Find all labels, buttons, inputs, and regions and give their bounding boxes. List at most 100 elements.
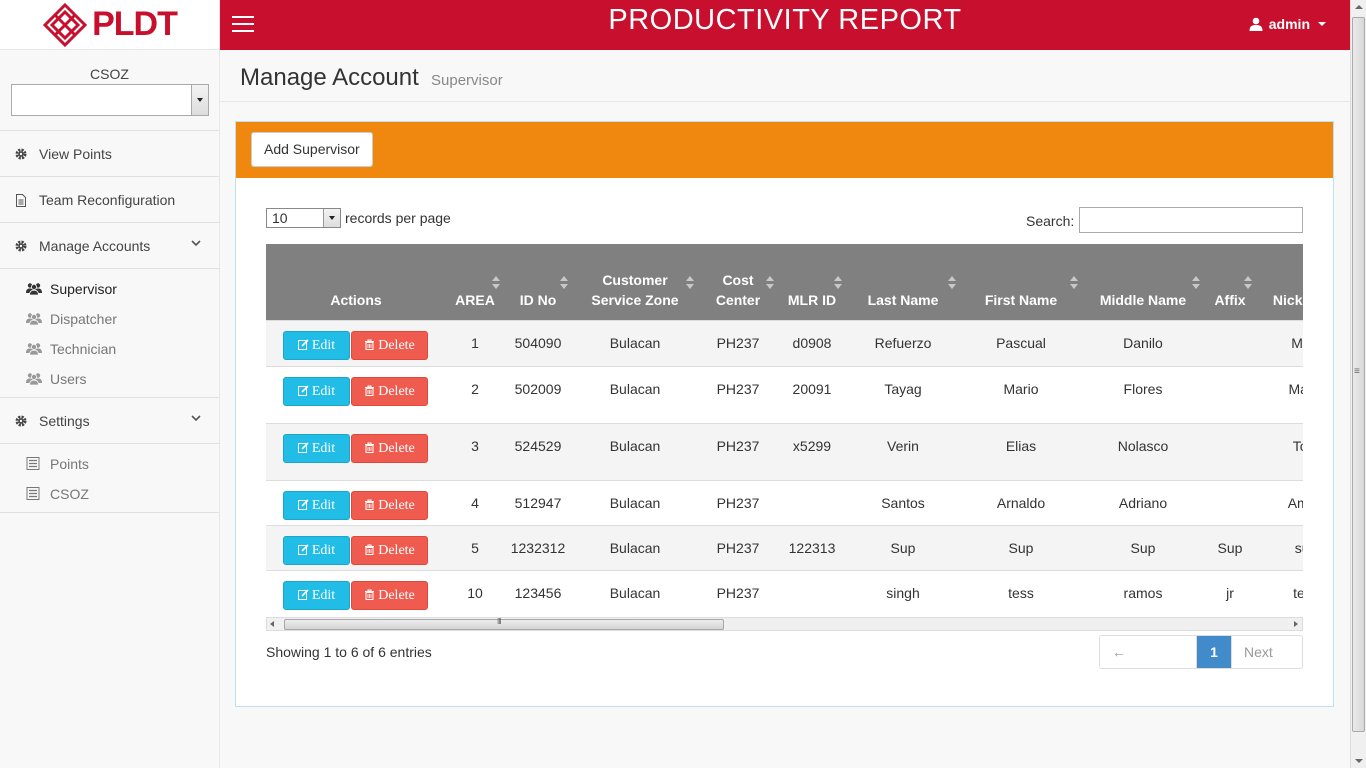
- actions-cell: Edit Delete: [266, 525, 446, 570]
- sidebar-item-manage-accounts[interactable]: Manage Accounts: [0, 223, 219, 269]
- column-header-area[interactable]: AREA: [446, 244, 504, 320]
- horizontal-scrollbar[interactable]: [266, 617, 1303, 631]
- column-header-id-no[interactable]: ID No: [504, 244, 572, 320]
- column-header-mlr-id[interactable]: MLR ID: [778, 244, 846, 320]
- page-length-label: records per page: [345, 210, 451, 226]
- actions-cell: Edit Delete: [266, 570, 446, 615]
- edit-button[interactable]: Edit: [283, 580, 350, 610]
- cell-affix: jr: [1226, 584, 1234, 601]
- dropdown-arrow-icon[interactable]: [323, 209, 340, 227]
- page-length-value: 10: [272, 210, 288, 226]
- user-name: admin: [1268, 16, 1310, 32]
- sidebar-item-points[interactable]: Points: [0, 449, 219, 479]
- sidebar-item-team-reconfiguration[interactable]: Team Reconfiguration: [0, 177, 219, 223]
- logo-text: PLDT: [92, 5, 178, 43]
- caret-down-icon: [1318, 22, 1326, 26]
- delete-button[interactable]: Delete: [351, 330, 428, 360]
- sidebar-item-csoz[interactable]: CSOZ: [0, 479, 219, 509]
- cell-nick: sup: [1294, 539, 1303, 556]
- cell-nick: Mike: [1291, 334, 1303, 351]
- sidebar-item-settings[interactable]: Settings: [0, 398, 219, 444]
- cell-affix: [1204, 366, 1256, 423]
- column-header-nickname[interactable]: Nickname: [1256, 244, 1303, 320]
- edit-button[interactable]: Edit: [283, 490, 350, 520]
- edit-icon: [297, 588, 309, 600]
- sidebar-item-users[interactable]: Users: [0, 364, 219, 394]
- cell-id-no: 1232312: [510, 539, 566, 556]
- cell-last: Tayag: [884, 380, 922, 397]
- add-supervisor-button[interactable]: Add Supervisor: [251, 132, 373, 167]
- edit-icon: [297, 441, 309, 453]
- scroll-down-icon[interactable]: [1355, 759, 1363, 763]
- pagination: ← Previous 1 Next →: [1099, 635, 1303, 669]
- table-row: Edit Delete 5 1232312 Bulacan PH237 122313 Sup S…: [266, 525, 1303, 570]
- user-menu[interactable]: admin: [1249, 16, 1326, 32]
- sidebar-item-view-points[interactable]: View Points: [0, 131, 219, 177]
- trash-icon: [365, 544, 375, 555]
- actions-cell: Edit Delete: [266, 480, 446, 525]
- edit-button[interactable]: Edit: [283, 433, 350, 463]
- scrollbar-thumb[interactable]: [284, 617, 724, 630]
- sidebar-item-supervisor[interactable]: Supervisor: [0, 274, 219, 304]
- actions-cell: Edit Delete: [266, 320, 446, 366]
- page-subtitle: Supervisor: [431, 72, 503, 89]
- previous-page-button[interactable]: ← Previous: [1100, 636, 1197, 668]
- menu-toggle-icon[interactable]: [232, 16, 254, 32]
- scroll-up-icon[interactable]: [1355, 5, 1363, 9]
- edit-button[interactable]: Edit: [283, 376, 350, 406]
- pldt-logo[interactable]: PLDT: [0, 0, 220, 50]
- delete-button[interactable]: Delete: [351, 490, 428, 520]
- cell-affix: [1204, 320, 1256, 366]
- column-header-first-name[interactable]: First Name: [960, 244, 1082, 320]
- cell-first: Mario: [1003, 380, 1039, 397]
- table-row: Edit Delete 3 524529 Bulacan PH237 x5299 Verin E…: [266, 423, 1303, 480]
- cell-cost-center: PH237: [716, 437, 760, 454]
- sidebar-item-technician[interactable]: Technician: [0, 334, 219, 364]
- table-row: Edit Delete 2 502009 Bulacan PH237 20091 Tayag M…: [266, 366, 1303, 423]
- table-row: Edit Delete 1 504090 Bulacan PH237 d0908 Refuer…: [266, 320, 1303, 366]
- delete-button[interactable]: Delete: [351, 535, 428, 565]
- edit-icon: [297, 384, 309, 396]
- sidebar-item-label: View Points: [39, 145, 112, 162]
- csoz-select[interactable]: [10, 84, 209, 116]
- cell-mlr-id: 122313: [788, 539, 836, 556]
- column-header-middle-name[interactable]: Middle Name: [1082, 244, 1204, 320]
- cell-zone: Bulacan: [609, 380, 661, 397]
- cell-area: 10: [467, 584, 483, 601]
- delete-button[interactable]: Delete: [351, 580, 428, 610]
- window-scrollbar[interactable]: [1350, 0, 1366, 768]
- sidebar-item-label: Dispatcher: [50, 311, 117, 327]
- cell-affix: Sup: [1217, 539, 1243, 556]
- edit-button[interactable]: Edit: [283, 330, 350, 360]
- page-length-select[interactable]: 10: [266, 208, 341, 228]
- cell-id-no: 512947: [514, 494, 562, 511]
- cell-affix: [1204, 480, 1256, 525]
- column-header-last-name[interactable]: Last Name: [846, 244, 960, 320]
- scrollbar-thumb[interactable]: [1352, 17, 1365, 732]
- cell-id-no: 502009: [514, 380, 562, 397]
- cell-last: singh: [886, 584, 920, 601]
- edit-button[interactable]: Edit: [283, 535, 350, 565]
- column-header-zone[interactable]: Customer Service Zone: [572, 244, 698, 320]
- delete-button[interactable]: Delete: [351, 376, 428, 406]
- column-header-cost-center[interactable]: Cost Center: [698, 244, 778, 320]
- cell-first: Elias: [1005, 437, 1037, 454]
- sidebar-item-label: Points: [50, 456, 89, 472]
- cell-first: Sup: [1008, 539, 1034, 556]
- sidebar-item-dispatcher[interactable]: Dispatcher: [0, 304, 219, 334]
- page-1-button[interactable]: 1: [1197, 636, 1231, 668]
- search-input[interactable]: [1079, 207, 1303, 233]
- sort-icon: [766, 275, 774, 290]
- cell-nick: Mario: [1288, 380, 1303, 397]
- next-page-button[interactable]: Next →: [1231, 636, 1302, 668]
- table-row: Edit Delete 10 123456 Bulacan PH237 singh tess r…: [266, 570, 1303, 615]
- edit-icon: [297, 543, 309, 555]
- cell-mlr-id: 20091: [792, 380, 832, 397]
- column-header-affix[interactable]: Affix: [1204, 244, 1256, 320]
- scroll-right-icon[interactable]: [1294, 621, 1298, 627]
- dropdown-arrow-icon[interactable]: [190, 85, 208, 115]
- trash-icon: [365, 589, 375, 600]
- users-icon: [26, 342, 42, 356]
- delete-button[interactable]: Delete: [351, 433, 428, 463]
- scroll-left-icon[interactable]: [270, 621, 274, 627]
